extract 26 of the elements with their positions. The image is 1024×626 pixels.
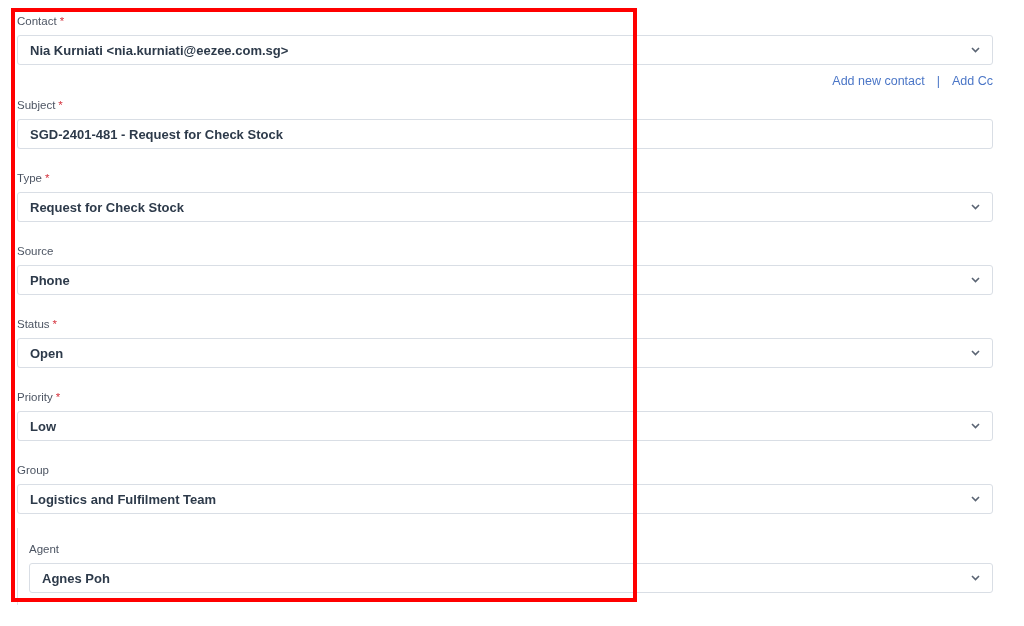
chevron-down-icon [971, 423, 980, 429]
dropdown-field[interactable]: Low [17, 411, 993, 441]
field-label: Priority * [17, 390, 61, 404]
chevron-down-icon [971, 350, 980, 356]
dropdown-field[interactable]: Phone [17, 265, 993, 295]
chevron-down-icon [971, 277, 980, 283]
link-separator: | [936, 74, 940, 88]
field-label: Group [17, 463, 49, 477]
dropdown-field[interactable]: Logistics and Fulfilment Team [17, 484, 993, 514]
chevron-down-icon [971, 496, 980, 502]
chevron-down-icon [971, 204, 980, 210]
dropdown-field[interactable]: Open [17, 338, 993, 368]
chevron-down-icon [971, 47, 980, 53]
field-label: Type * [17, 171, 50, 185]
dropdown-field[interactable]: Agnes Poh [29, 563, 993, 593]
link[interactable]: Add new contact [832, 74, 925, 88]
field-label: Contact * [17, 14, 65, 28]
field-label: Source [17, 244, 54, 258]
dropdown-field[interactable]: Request for Check Stock [17, 192, 993, 222]
chevron-down-icon [971, 575, 980, 581]
text-field[interactable]: SGD-2401-481 - Request for Check Stock [17, 119, 993, 149]
field-label: Agent [29, 542, 60, 556]
field-label: Status * [17, 317, 58, 331]
link[interactable]: Add Cc [952, 74, 993, 88]
dropdown-field[interactable]: Nia Kurniati <nia.kurniati@eezee.com.sg> [17, 35, 993, 65]
field-label: Subject * [17, 98, 63, 112]
